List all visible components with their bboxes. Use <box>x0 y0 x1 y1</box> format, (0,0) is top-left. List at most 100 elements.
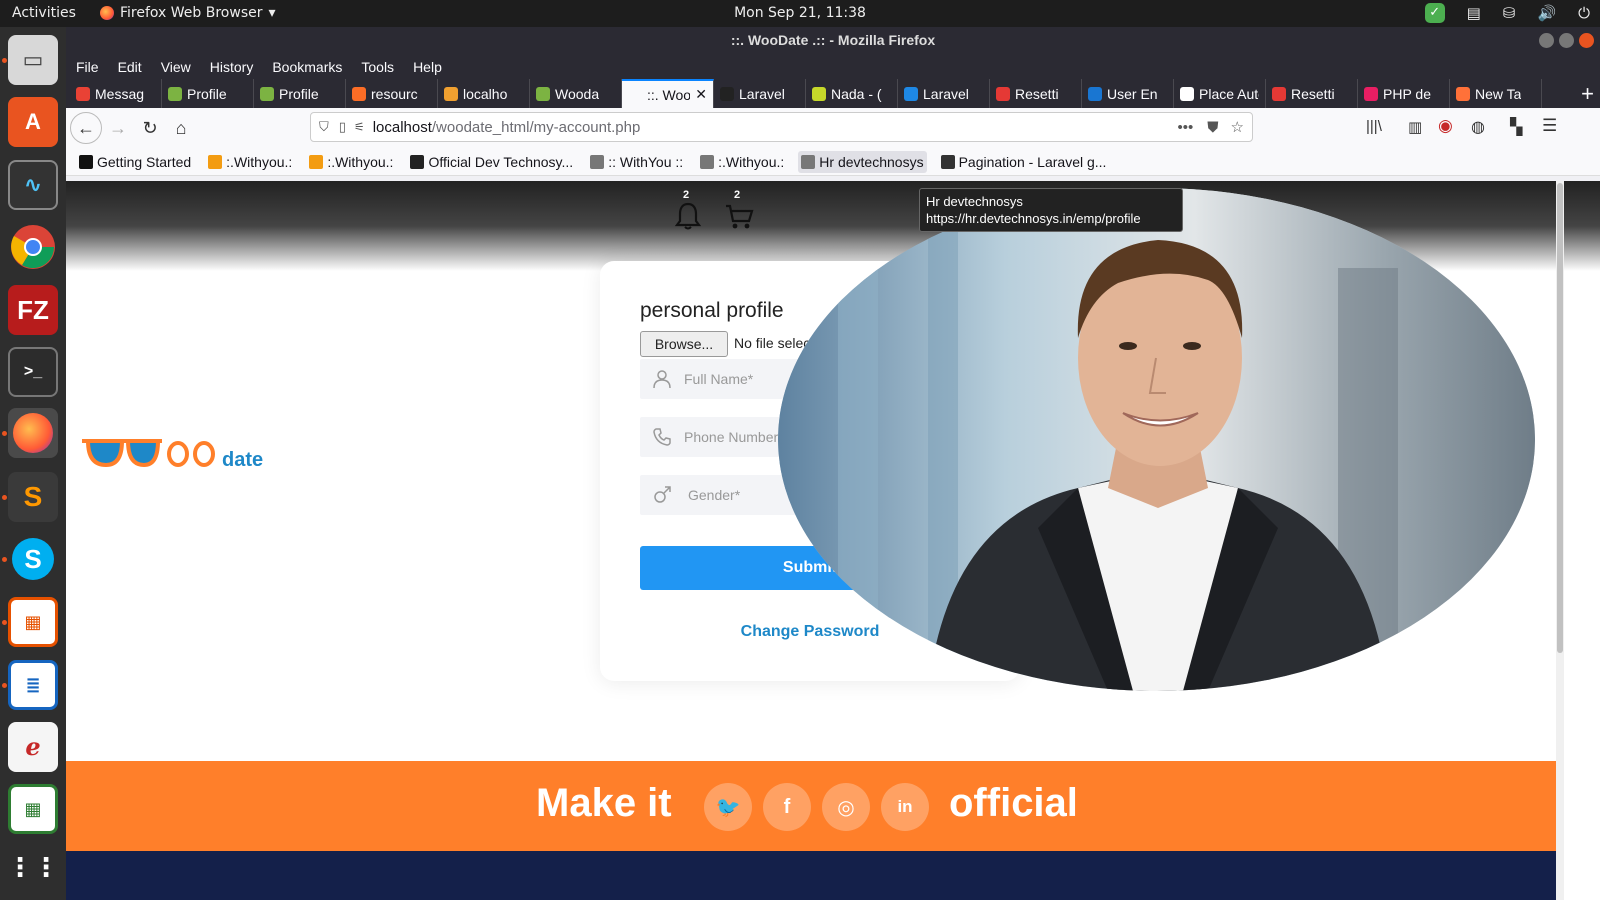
tab-active[interactable]: ::. WooD ✕ <box>622 79 714 108</box>
update-shield-icon[interactable]: ✓ <box>1424 3 1445 23</box>
tab-label: Resetti <box>1291 85 1335 102</box>
bookmark-item[interactable]: Getting Started <box>76 151 194 173</box>
bookmark-item[interactable]: :.Withyou.: <box>306 151 396 173</box>
tab[interactable]: Nada - ( <box>806 79 898 108</box>
scrollbar-thumb[interactable] <box>1557 183 1563 653</box>
permissions-icon[interactable]: ⚟ <box>354 120 365 134</box>
tracking-shield-icon[interactable]: ⛉ <box>319 119 329 135</box>
bookmark-favicon-icon <box>79 154 93 169</box>
bookmark-item[interactable]: Hr devtechnosys <box>798 150 927 173</box>
page-info-icon[interactable]: ▯ <box>339 119 346 135</box>
menu-view[interactable]: View <box>161 59 191 75</box>
firefox-icon <box>100 6 114 20</box>
power-icon[interactable]: ⏻ <box>1578 4 1590 22</box>
notes-icon[interactable]: ▤ <box>1467 4 1481 22</box>
phone-placeholder: Phone Number* <box>684 429 784 445</box>
terminal-icon[interactable]: >_ <box>8 347 58 397</box>
menu-help[interactable]: Help <box>413 59 442 75</box>
close-tab-icon[interactable]: ✕ <box>695 86 707 103</box>
tab-favicon-icon <box>76 86 90 101</box>
tab[interactable]: Resetti <box>1266 79 1358 108</box>
bookmark-item[interactable]: :.Withyou.: <box>205 151 295 173</box>
bookmark-item[interactable]: Pagination - Laravel g... <box>938 151 1110 173</box>
skype-icon[interactable]: S <box>8 534 58 584</box>
calc-icon[interactable]: ▦ <box>8 784 58 834</box>
activities-button[interactable]: Activities <box>12 5 76 21</box>
twitter-icon[interactable]: 🐦 <box>704 783 752 831</box>
url-host: localhost <box>372 118 432 136</box>
card-title: personal profile <box>640 299 784 322</box>
minimize-button[interactable] <box>1539 33 1554 48</box>
maximize-button[interactable] <box>1559 33 1574 48</box>
tab-favicon-icon <box>1364 86 1378 101</box>
account-icon[interactable]: ◍ <box>1471 117 1485 137</box>
show-apps-icon[interactable]: ⋮⋮ <box>7 842 59 892</box>
bookmark-favicon-icon <box>700 154 715 169</box>
tab[interactable]: Profile <box>162 79 254 108</box>
library-icon[interactable]: |||\ <box>1366 118 1382 135</box>
sublime-icon[interactable]: S <box>8 472 58 522</box>
tab-label: Wooda <box>555 85 600 102</box>
hamburger-menu-icon[interactable]: ☰ <box>1542 116 1557 136</box>
woodate-logo[interactable]: date <box>80 437 280 477</box>
tab[interactable]: Resetti <box>990 79 1082 108</box>
filezilla-icon[interactable]: FZ <box>8 285 58 335</box>
tab[interactable]: Profile <box>254 79 346 108</box>
page-actions-icon[interactable]: ••• <box>1178 119 1194 136</box>
firefox-dock-icon[interactable] <box>8 408 58 458</box>
running-indicator <box>2 683 7 688</box>
system-monitor-icon[interactable]: ∿ <box>8 160 58 210</box>
software-center-icon[interactable]: A <box>8 97 58 147</box>
new-tab-button[interactable]: + <box>1581 81 1594 107</box>
page-scrollbar[interactable] <box>1556 181 1564 900</box>
menu-edit[interactable]: Edit <box>118 59 142 75</box>
bookmark-label: Hr devtechnosys <box>819 153 924 170</box>
facebook-icon[interactable]: f <box>763 783 811 831</box>
home-button[interactable]: ⌂ <box>165 112 197 144</box>
bell-icon[interactable] <box>674 201 702 231</box>
menu-file[interactable]: File <box>76 59 99 75</box>
volume-icon[interactable]: 🔊 <box>1537 4 1556 22</box>
address-bar[interactable]: ⛉ ▯ ⚟ localhost/woodate_html/my-account.… <box>310 112 1253 142</box>
tab[interactable]: Place Auto <box>1174 79 1266 108</box>
menu-history[interactable]: History <box>210 59 254 75</box>
tab[interactable]: Laravel <box>714 79 806 108</box>
app-menu[interactable]: Firefox Web Browser ▾ <box>100 5 276 21</box>
writer-icon[interactable]: ≣ <box>8 660 58 710</box>
running-indicator <box>2 557 7 562</box>
linkedin-icon[interactable]: in <box>881 783 929 831</box>
browse-button[interactable]: Browse... <box>640 331 728 357</box>
menu-bookmarks[interactable]: Bookmarks <box>272 59 342 75</box>
clock[interactable]: Mon Sep 21, 11:38 <box>734 5 866 21</box>
close-window-button[interactable] <box>1579 33 1594 48</box>
sidebar-icon[interactable]: ▥ <box>1408 118 1422 136</box>
pocket-icon[interactable]: ⛊ <box>1207 119 1218 136</box>
back-button[interactable]: ← <box>70 112 102 144</box>
chrome-icon[interactable] <box>8 222 58 272</box>
menu-tools[interactable]: Tools <box>361 59 394 75</box>
extensions-icon[interactable]: ▚ <box>1510 117 1522 137</box>
notification-count: 2 <box>683 189 690 201</box>
document-viewer-icon[interactable]: ℯ <box>8 722 58 772</box>
tab[interactable]: New Ta <box>1450 79 1542 108</box>
files-icon[interactable]: ▭ <box>8 35 58 85</box>
tab[interactable]: resourc <box>346 79 438 108</box>
tab[interactable]: User En <box>1082 79 1174 108</box>
network-icon[interactable]: ⛁ <box>1503 4 1516 22</box>
extension-new-icon[interactable]: ◉ <box>1438 116 1453 136</box>
cart-icon[interactable] <box>724 203 754 231</box>
tab[interactable]: Laravel <box>898 79 990 108</box>
tab[interactable]: PHP de <box>1358 79 1450 108</box>
instagram-icon[interactable]: ◎ <box>822 783 870 831</box>
forward-button[interactable]: → <box>102 112 134 144</box>
tab-label: PHP de <box>1383 85 1431 102</box>
tab[interactable]: Wooda <box>530 79 622 108</box>
tab[interactable]: Messag <box>70 79 162 108</box>
bookmark-item[interactable]: :.Withyou.: <box>697 151 787 173</box>
bookmark-item[interactable]: :: WithYou :: <box>587 151 686 173</box>
bookmark-item[interactable]: Official Dev Technosy... <box>407 151 576 173</box>
impress-icon[interactable]: ▦ <box>8 597 58 647</box>
bookmark-star-icon[interactable]: ☆ <box>1231 118 1244 136</box>
tab[interactable]: localho <box>438 79 530 108</box>
reload-button[interactable]: ↻ <box>134 112 166 144</box>
